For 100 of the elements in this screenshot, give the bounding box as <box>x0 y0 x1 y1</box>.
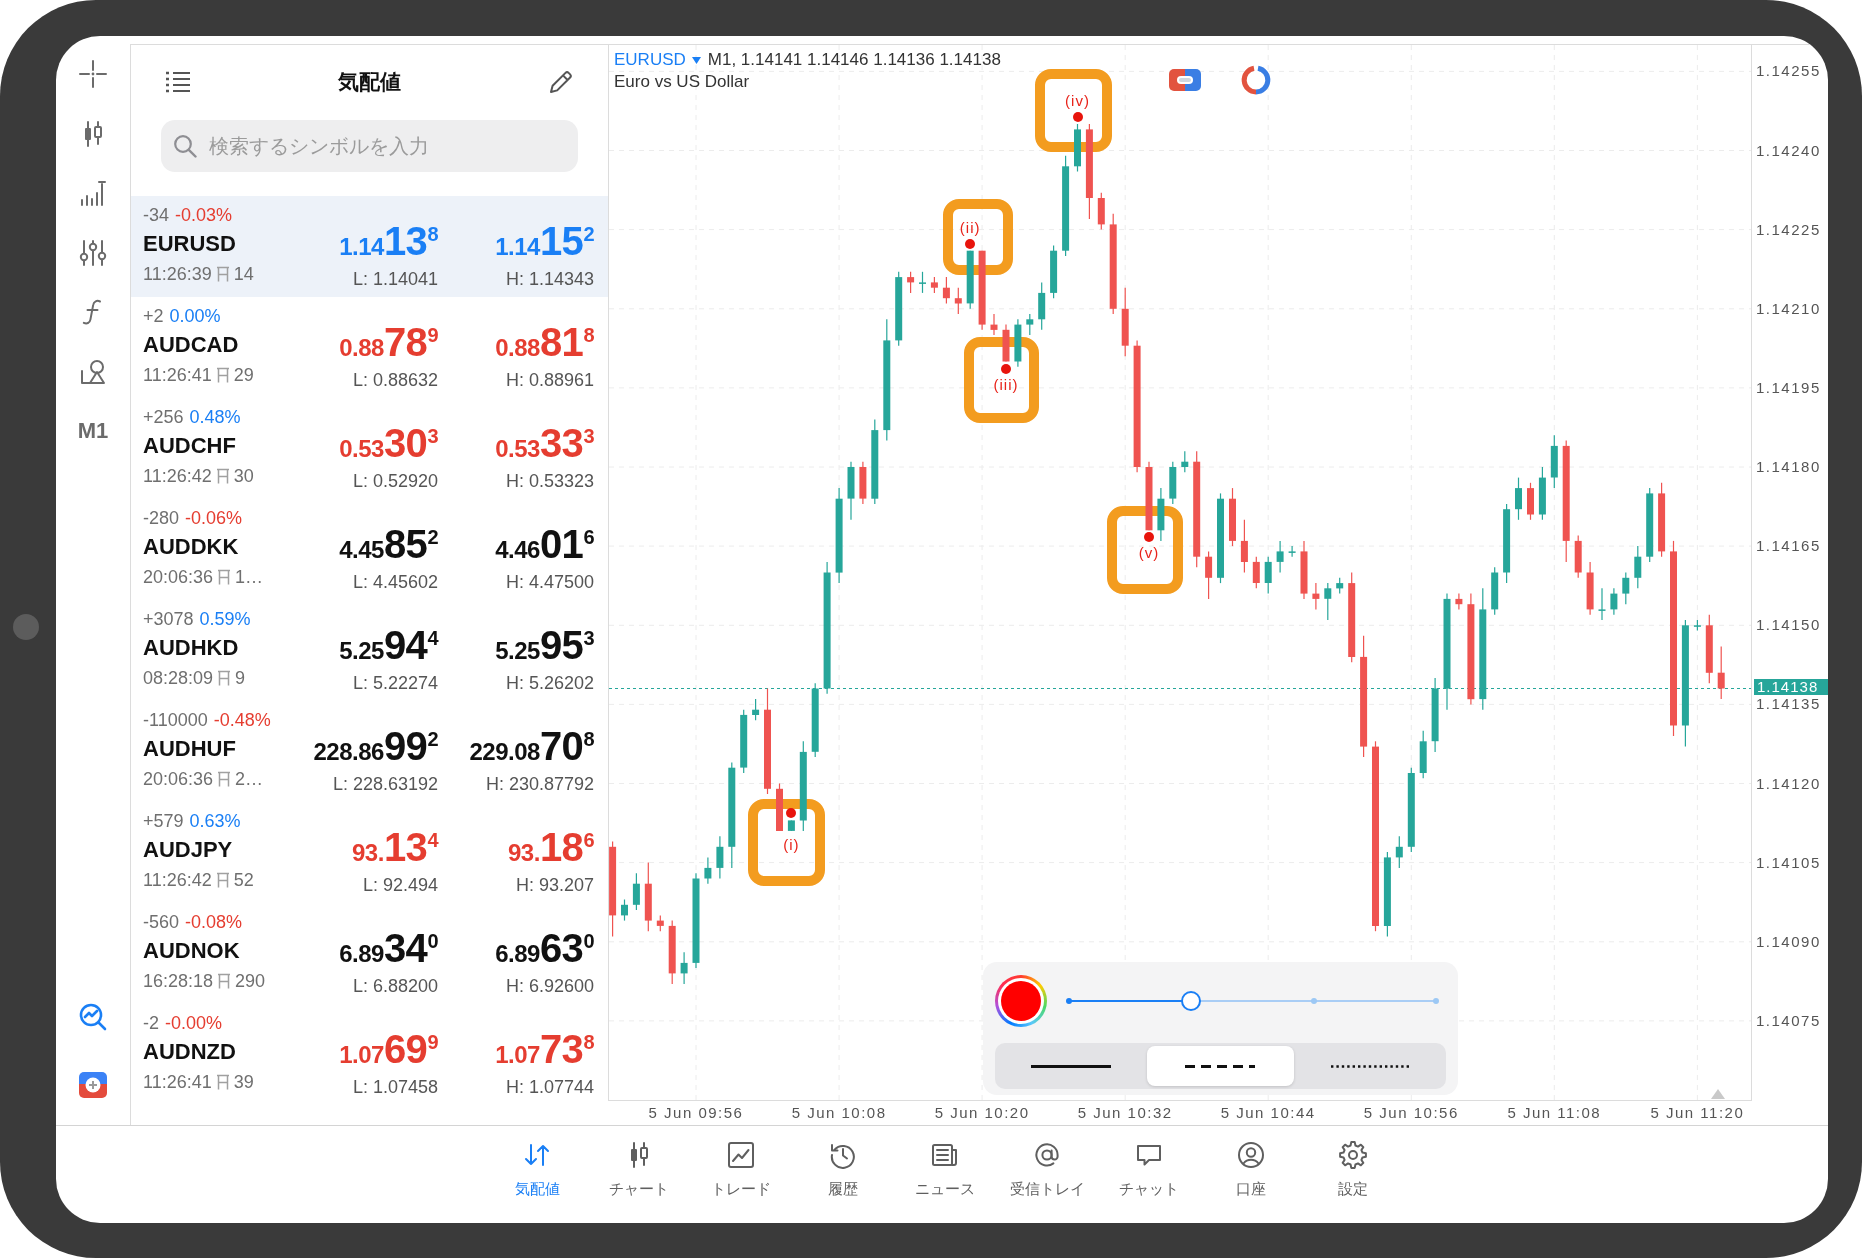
bottom-tab[interactable]: 設定 <box>1302 1126 1404 1223</box>
candlestick <box>1550 434 1558 489</box>
spread-icon <box>215 1074 230 1090</box>
list-icon[interactable] <box>165 70 191 93</box>
at-sign-icon <box>1033 1141 1061 1169</box>
candlestick <box>1515 477 1522 521</box>
solid-line-icon <box>1031 1064 1112 1068</box>
candlestick <box>1693 619 1701 632</box>
price-change: -34 <box>143 203 169 227</box>
search-field[interactable]: 検索するシンボルを入力 <box>161 120 578 172</box>
slider-thumb[interactable] <box>1181 991 1202 1011</box>
time-axis-label: 5 Jun 10:32 <box>1077 1104 1173 1122</box>
percent-change: -0.08% <box>185 910 243 934</box>
percent-change: 0.00% <box>169 304 221 328</box>
bottom-tab[interactable]: 受信トレイ <box>996 1126 1098 1223</box>
candlestick <box>1336 577 1344 595</box>
bid-price: 0.5330$^{3}$ <box>339 420 438 466</box>
bottom-tab[interactable]: 気配値 <box>486 1126 588 1223</box>
candlestick <box>1074 123 1081 173</box>
symbol-name: EURUSD <box>143 229 236 258</box>
time-axis-label: 5 Jun 10:44 <box>1220 1104 1316 1122</box>
candlestick <box>1229 487 1236 547</box>
candlestick <box>1181 450 1189 473</box>
bar-chart-icon[interactable] <box>79 179 107 207</box>
line-chart-icon <box>727 1141 755 1169</box>
candlestick <box>859 461 867 505</box>
candlestick <box>1705 614 1713 684</box>
time-axis-label: 5 Jun 10:56 <box>1363 1104 1459 1122</box>
spread-icon <box>217 569 232 585</box>
sliders-icon[interactable] <box>79 238 107 267</box>
percent-change: -0.06% <box>185 506 243 530</box>
candlestick <box>1717 645 1725 700</box>
candlestick <box>1288 545 1296 558</box>
panel-title: 気配値 <box>338 68 401 95</box>
candlestick <box>656 914 664 932</box>
quote-row[interactable]: -34 -0.03% EURUSD 11:26:39 14 1.1413$^{8}$ L: 1.14041 1.1415$^{2}$ H: 1.14343 <box>131 196 608 297</box>
time-axis-label: 5 Jun 10:20 <box>934 1104 1030 1122</box>
candlestick <box>907 271 915 294</box>
symbol-dropdown[interactable]: EURUSD <box>614 49 701 71</box>
high-price: H: 4.47500 <box>505 571 594 594</box>
bottom-tab[interactable]: トレード <box>690 1126 792 1223</box>
wave-label: (iii) <box>993 375 1019 394</box>
low-price: L: 228.63192 <box>332 773 438 796</box>
crosshair-icon[interactable] <box>79 60 107 88</box>
price-axis-label: 1.14195 <box>1756 378 1821 397</box>
candlestick <box>680 951 688 985</box>
current-price-tag: 1.14138 <box>1754 678 1828 695</box>
split-ring-icon[interactable] <box>1241 65 1271 95</box>
candlestick <box>1038 281 1046 331</box>
price-axis-label: 1.14135 <box>1756 695 1821 714</box>
add-window-icon[interactable] <box>79 1072 107 1098</box>
bid-price: 0.8878$^{9}$ <box>339 319 438 365</box>
price-axis-label: 1.14090 <box>1756 932 1821 951</box>
spread-value: 290 <box>235 969 266 993</box>
high-price: H: 230.87792 <box>485 773 594 796</box>
candlestick <box>1205 550 1213 600</box>
ask-price: 229.0870$^{8}$ <box>469 723 594 769</box>
low-price: L: 6.88200 <box>352 975 438 998</box>
bottom-tab[interactable]: チャート <box>588 1126 690 1223</box>
bid-price: 1.1413$^{8}$ <box>339 218 438 264</box>
bid-price: 4.4585$^{2}$ <box>339 521 438 567</box>
candlestick <box>942 276 950 305</box>
candlestick <box>966 250 974 310</box>
candlestick <box>1538 466 1546 521</box>
percent-change: -0.03% <box>175 203 233 227</box>
candlestick <box>990 313 998 336</box>
candlestick <box>930 276 938 294</box>
line-style-button[interactable] <box>1147 1046 1294 1086</box>
bottom-tab[interactable]: ニュース <box>894 1126 996 1223</box>
high-price: H: 1.14343 <box>505 268 594 291</box>
candlestick <box>704 856 712 885</box>
quote-time: 11:26:42 <box>143 464 212 488</box>
bottom-tab[interactable]: 口座 <box>1200 1126 1302 1223</box>
low-price: L: 0.52920 <box>352 470 438 493</box>
bottom-tab[interactable]: 履歴 <box>792 1126 894 1223</box>
ask-price: 5.2595$^{3}$ <box>495 622 594 668</box>
clock-arrow-icon <box>829 1141 857 1169</box>
bottom-tab[interactable]: チャット <box>1098 1126 1200 1223</box>
symbol-name: AUDNOK <box>143 936 240 965</box>
quote-time: 11:26:41 <box>143 363 212 387</box>
candlestick <box>919 271 926 294</box>
price-change: +3078 <box>143 607 194 631</box>
split-toggle-icon[interactable] <box>1169 69 1201 91</box>
symbol-name: AUDDKK <box>143 532 239 561</box>
price-change: +256 <box>143 405 184 429</box>
chart-search-icon[interactable] <box>79 1003 107 1031</box>
wave-label: (i) <box>783 836 800 854</box>
pencil-icon[interactable] <box>548 68 574 95</box>
spread-icon <box>215 468 230 484</box>
spread-value: 52 <box>233 868 254 892</box>
candlestick <box>740 709 748 774</box>
price-axis-label: 1.14210 <box>1756 299 1821 318</box>
spread-icon <box>217 670 232 686</box>
quote-time: 20:06:36 <box>143 565 214 589</box>
bid-price: 6.8934$^{0}$ <box>339 925 438 971</box>
high-price: H: 6.92600 <box>505 975 594 998</box>
shapes-icon[interactable] <box>79 357 107 386</box>
low-price: L: 1.14041 <box>352 268 438 291</box>
timeframe-button[interactable]: M1 <box>77 417 109 445</box>
color-picker-button[interactable] <box>995 975 1047 1027</box>
